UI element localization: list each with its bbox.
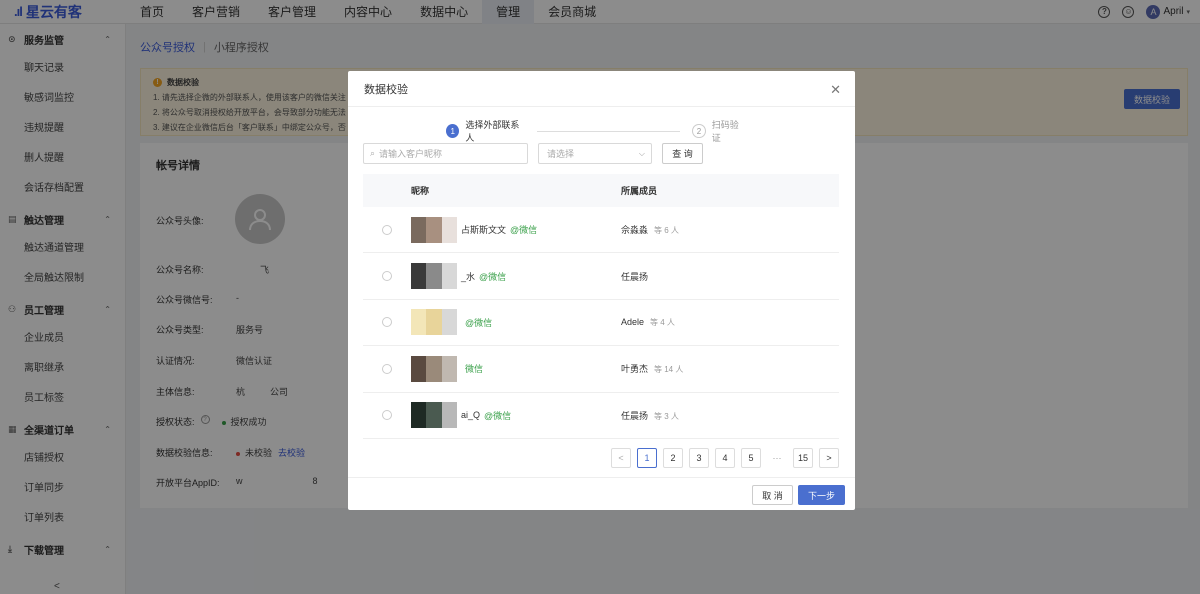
contact-table: 昵称 所属成员 占斯斯文文 @微信 佘淼淼等 6 人 _水 @微信 任晨扬 @微信 Adele…	[363, 174, 839, 439]
wechat-tag: @微信	[479, 271, 507, 282]
table-row[interactable]: ai_Q @微信 任晨扬等 3 人	[363, 393, 839, 439]
member-count: 等 14 人	[654, 365, 684, 375]
page-button[interactable]: 2	[663, 448, 683, 468]
step-1-label: 选择外部联系人	[465, 120, 520, 143]
modal-footer: 取 消 下一步	[348, 477, 855, 510]
close-icon[interactable]: ✕	[830, 82, 841, 98]
contact-nickname: _水	[461, 271, 476, 282]
member-name: 叶勇杰	[621, 364, 649, 375]
nickname-search-input[interactable]: ⌕ 请输入客户昵称	[363, 143, 528, 164]
page-ellipsis: ···	[772, 453, 782, 463]
next-step-button[interactable]: 下一步	[798, 485, 845, 505]
avatar	[411, 402, 457, 429]
step-1-number: 1	[446, 124, 460, 138]
page-button[interactable]: 3	[689, 448, 709, 468]
page-button[interactable]: 1	[637, 448, 657, 468]
table-header: 昵称 所属成员	[363, 174, 839, 207]
next-page-button[interactable]: >	[819, 448, 839, 468]
table-row[interactable]: 微信 叶勇杰等 14 人	[363, 346, 839, 393]
steps: 1 选择外部联系人 2 扫码验证	[446, 118, 746, 144]
search-icon: ⌕	[370, 148, 376, 158]
avatar	[411, 263, 457, 290]
member-count: 等 3 人	[654, 411, 679, 421]
query-button[interactable]: 查 询	[662, 143, 703, 164]
step-connector	[537, 130, 681, 132]
member-count: 等 4 人	[650, 317, 675, 327]
column-header: 昵称	[411, 186, 430, 196]
select-radio[interactable]	[382, 271, 392, 282]
member-name: 任晨扬	[621, 410, 649, 421]
member-name: 任晨扬	[621, 271, 649, 282]
wechat-tag: @微信	[484, 410, 512, 421]
select-radio[interactable]	[382, 224, 392, 235]
wechat-tag: @微信	[510, 225, 538, 236]
avatar	[411, 355, 457, 382]
avatar	[411, 309, 457, 336]
wechat-tag: 微信	[465, 364, 484, 375]
table-row[interactable]: @微信 Adele 等 4 人	[363, 300, 839, 347]
page-button[interactable]: 4	[715, 448, 735, 468]
prev-page-button[interactable]: <	[611, 448, 631, 468]
select-radio[interactable]	[382, 317, 392, 328]
modal-header: 数据校验	[348, 71, 855, 107]
contact-nickname: 占斯斯文文	[461, 225, 507, 236]
select-radio[interactable]	[382, 410, 392, 421]
member-name: 佘淼淼	[621, 225, 649, 236]
page-button[interactable]: 5	[741, 448, 761, 468]
member-name: Adele	[621, 316, 645, 327]
page-button[interactable]: 15	[793, 448, 813, 468]
modal-title: 数据校验	[364, 83, 408, 96]
step-2-number: 2	[692, 124, 706, 138]
select-radio[interactable]	[382, 363, 392, 374]
table-row[interactable]: 占斯斯文文 @微信 佘淼淼等 6 人	[363, 207, 839, 254]
chevron-down-icon: ⌵	[638, 148, 645, 158]
column-header: 所属成员	[621, 186, 658, 196]
member-count: 等 6 人	[654, 226, 679, 236]
avatar	[411, 216, 457, 243]
table-row[interactable]: _水 @微信 任晨扬	[363, 253, 839, 300]
step-2-label: 扫码验证	[711, 120, 739, 143]
contact-nickname: ai_Q	[461, 410, 481, 421]
wechat-tag: @微信	[465, 317, 493, 328]
member-select[interactable]: 请选择 ⌵	[538, 143, 652, 164]
data-verify-modal: 数据校验 ✕ 1 选择外部联系人 2 扫码验证 ⌕ 请输入客户昵称 请选择 ⌵ …	[348, 71, 855, 510]
cancel-button[interactable]: 取 消	[752, 485, 793, 505]
pagination: <1 2 3 4 5 ··· 15 >	[611, 448, 839, 468]
